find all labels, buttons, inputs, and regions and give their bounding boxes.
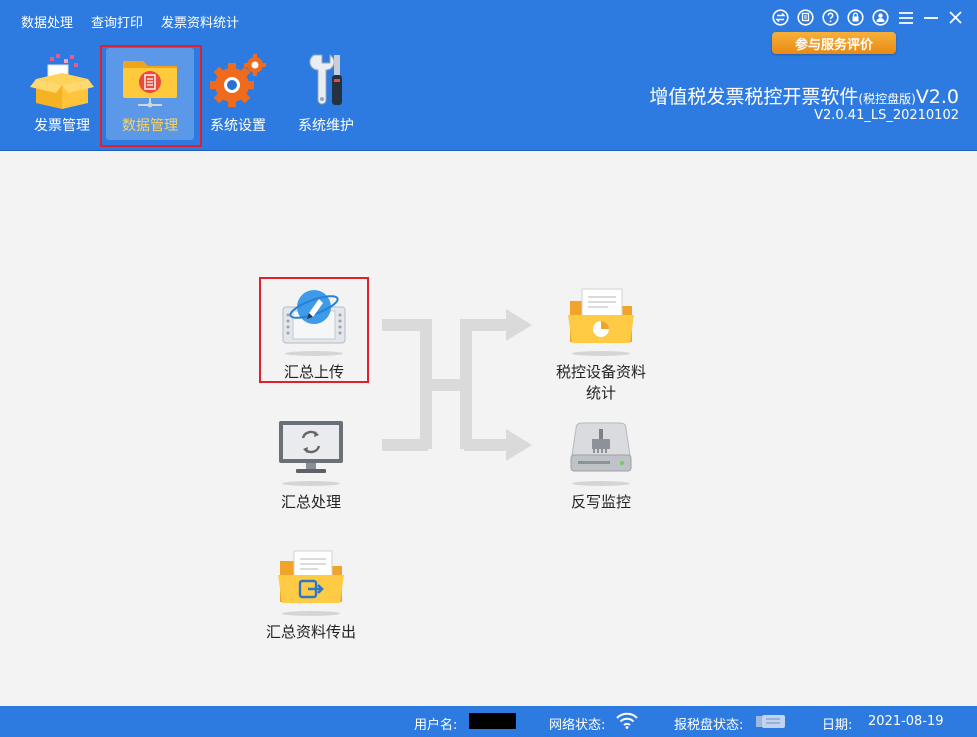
toolbar-label: 发票管理 xyxy=(34,118,90,134)
user-icon[interactable] xyxy=(871,8,890,27)
minimize-icon[interactable] xyxy=(921,8,940,27)
upload-globe-icon xyxy=(277,279,351,349)
main-panel: 汇总上传 汇总处理 汇总资料传出 税控设备资料 统计 反写监控 xyxy=(0,151,977,706)
help-icon[interactable] xyxy=(821,8,840,27)
toolbar-data-management[interactable]: 数据管理 xyxy=(100,45,202,147)
writeback-monitor[interactable]: 反写监控 xyxy=(546,409,656,513)
app-title-suffix: V2.0 xyxy=(915,86,959,108)
app-title-main: 增值税发票税控开票软件 xyxy=(649,86,859,108)
invoice-box-icon xyxy=(30,50,94,112)
tax-disk-icon xyxy=(755,714,787,733)
flow-arrows xyxy=(382,309,532,461)
toolbar-label: 系统设置 xyxy=(210,118,266,134)
swap-icon[interactable] xyxy=(771,8,790,27)
feedback-icon[interactable] xyxy=(796,8,815,27)
app-title-edition: (税控盘版) xyxy=(858,92,916,106)
wifi-icon xyxy=(616,712,638,733)
summary-export[interactable]: 汇总资料传出 xyxy=(256,539,366,643)
menu-invoice-stats[interactable]: 发票资料统计 xyxy=(152,10,248,33)
icon-shadow xyxy=(282,611,340,616)
disk-drive-broom-icon xyxy=(564,409,638,479)
gears-icon xyxy=(206,50,270,112)
service-rating-button[interactable]: 参与服务评价 xyxy=(772,32,896,54)
device-data-stats[interactable]: 税控设备资料 统计 xyxy=(546,279,656,404)
menu-icon[interactable] xyxy=(896,8,915,27)
username-value-redacted xyxy=(469,713,516,729)
username-label: 用户名: xyxy=(414,718,458,733)
icon-shadow xyxy=(572,481,630,486)
tools-icon xyxy=(294,50,358,112)
header: 数据处理 查询打印 发票资料统计 参与服务评价 发票管理 数据管理 系统设置 系… xyxy=(0,0,977,151)
main-toolbar: 发票管理 数据管理 系统设置 系统维护 xyxy=(18,45,370,147)
summary-upload-label: 汇总上传 xyxy=(283,363,344,381)
window-controls xyxy=(771,8,965,27)
folder-export-icon xyxy=(274,539,348,609)
toolbar-system-settings[interactable]: 系统设置 xyxy=(194,48,282,140)
toolbar-invoice-management[interactable]: 发票管理 xyxy=(18,48,106,140)
app-title: 增值税发票税控开票软件(税控盘版)V2.0 xyxy=(649,82,959,109)
lock-icon[interactable] xyxy=(846,8,865,27)
device-data-stats-label: 税控设备资料 统计 xyxy=(556,362,646,404)
data-folder-icon xyxy=(118,50,182,112)
device-stats-line1: 税控设备资料 xyxy=(555,363,646,381)
toolbar-system-maintenance[interactable]: 系统维护 xyxy=(282,48,370,140)
summary-upload[interactable]: 汇总上传 xyxy=(259,279,369,383)
menu-data-processing[interactable]: 数据处理 xyxy=(12,10,82,33)
status-bar: 用户名: 网络状态: 报税盘状态: 日期: 2021-08-19 xyxy=(0,706,977,737)
icon-shadow xyxy=(282,481,340,486)
icon-shadow xyxy=(572,351,630,356)
toolbar-label: 系统维护 xyxy=(298,118,354,134)
toolbar-label: 数据管理 xyxy=(122,118,178,134)
folder-pie-chart-icon xyxy=(564,279,638,349)
date-value: 2021-08-19 xyxy=(868,714,944,729)
monitor-refresh-icon xyxy=(274,409,348,479)
writeback-monitor-label: 反写监控 xyxy=(570,493,631,511)
summary-export-label: 汇总资料传出 xyxy=(265,623,356,641)
tax-disk-status-label: 报税盘状态: xyxy=(674,718,744,733)
summary-process[interactable]: 汇总处理 xyxy=(256,409,366,513)
icon-shadow xyxy=(285,351,343,356)
menubar: 数据处理 查询打印 发票资料统计 xyxy=(12,10,248,33)
date-label: 日期: xyxy=(822,718,853,733)
menu-query-print[interactable]: 查询打印 xyxy=(82,10,152,33)
close-icon[interactable] xyxy=(946,8,965,27)
network-status-label: 网络状态: xyxy=(549,718,606,733)
app-version: V2.0.41_LS_20210102 xyxy=(814,108,959,123)
summary-process-label: 汇总处理 xyxy=(280,493,341,511)
device-stats-line2: 统计 xyxy=(585,384,616,402)
